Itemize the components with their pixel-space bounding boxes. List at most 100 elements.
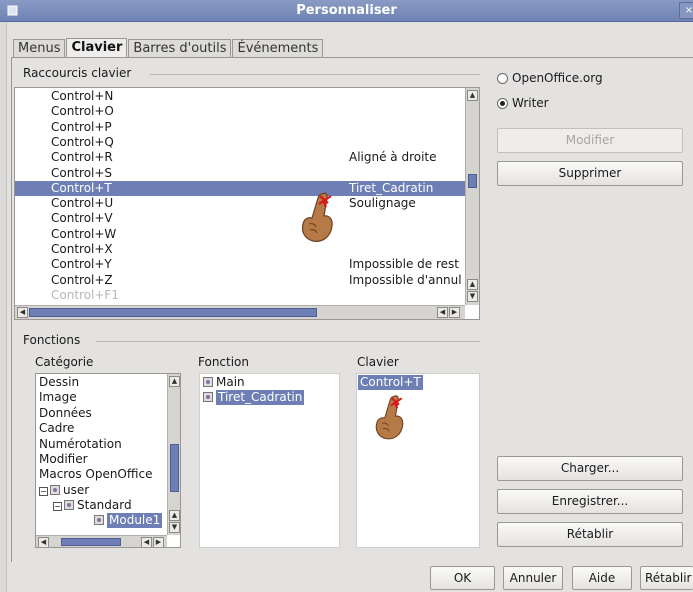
pointing-hand-icon <box>375 395 404 440</box>
collapse-icon[interactable]: − <box>53 502 62 511</box>
ok-button[interactable]: OK <box>430 566 495 590</box>
scroll-down-icon[interactable]: ▼ <box>467 291 478 302</box>
shortcut-row[interactable]: Control+U Soulignage <box>15 196 465 211</box>
category-header: Catégorie <box>35 355 94 369</box>
collapse-icon[interactable]: − <box>39 487 48 496</box>
tree-node-standard[interactable]: − Standard <box>53 498 132 513</box>
shortcut-key: Control+Z <box>51 272 113 287</box>
library-icon <box>64 500 74 510</box>
vscroll-thumb[interactable] <box>170 444 179 492</box>
radio-writer[interactable]: Writer <box>497 96 549 110</box>
hscroll-thumb[interactable] <box>29 308 317 317</box>
tree-node-standard-label: Standard <box>77 498 132 512</box>
category-item[interactable]: Macros OpenOffice <box>39 467 152 482</box>
shortcut-row[interactable]: Control+Y Impossible de rest <box>15 257 465 272</box>
load-button[interactable]: Charger... <box>497 456 683 481</box>
shortcut-key: Control+Q <box>51 134 114 149</box>
shortcut-row[interactable]: Control+F1 <box>15 288 465 303</box>
scroll-right-icon[interactable]: ▶ <box>153 537 164 547</box>
function-header: Fonction <box>198 355 250 369</box>
cancel-button[interactable]: Annuler <box>503 566 563 590</box>
radio-writer-label: Writer <box>512 96 549 110</box>
tree-node-module1[interactable]: Module1 <box>94 513 163 528</box>
shortcut-list-hscroll[interactable]: ◀ ◀ ▶ <box>15 305 465 319</box>
scroll-left-icon[interactable]: ◀ <box>38 537 49 547</box>
shortcut-row[interactable]: Control+Z Impossible d'annul <box>15 273 465 288</box>
category-item[interactable]: Image <box>39 390 77 405</box>
delete-button[interactable]: Supprimer <box>497 161 683 186</box>
category-item[interactable]: Cadre <box>39 421 74 436</box>
shortcuts-group-label: Raccourcis clavier <box>23 66 132 80</box>
tab-clavier[interactable]: Clavier <box>66 38 128 57</box>
shortcut-key: Control+X <box>51 242 113 256</box>
function-item-tiret-label: Tiret_Cadratin <box>216 390 305 405</box>
category-item[interactable]: Modifier <box>39 452 88 467</box>
tab-evenements[interactable]: Événements <box>232 39 324 57</box>
shortcut-row[interactable]: Control+W <box>15 227 465 242</box>
module-icon <box>94 515 104 525</box>
function-item-tiret[interactable]: Tiret_Cadratin <box>203 390 305 405</box>
shortcut-key: Control+V <box>51 211 113 226</box>
shortcut-key: Control+R <box>51 150 113 165</box>
category-list[interactable]: Dessin Image Données Cadre Numérotation Modif… <box>35 373 181 548</box>
functions-group-line <box>96 341 480 342</box>
radio-openoffice[interactable]: OpenOffice.org <box>497 71 603 85</box>
functions-group-label: Fonctions <box>23 333 81 347</box>
scroll-down-icon[interactable]: ▼ <box>169 522 180 533</box>
category-item[interactable]: Numérotation <box>39 437 122 452</box>
shortcut-row[interactable]: Control+V <box>15 211 465 226</box>
shortcut-row[interactable]: Control+Q <box>15 135 465 150</box>
scroll-up-icon[interactable]: ▲ <box>467 90 478 101</box>
shortcut-function: Aligné à droite <box>349 150 437 165</box>
radio-openoffice-indicator[interactable] <box>497 72 508 84</box>
shortcut-row[interactable]: Control+T Tiret_Cadratin <box>15 180 465 196</box>
library-icon <box>50 485 60 495</box>
macro-icon <box>203 392 213 402</box>
shortcut-list[interactable]: Control+N Control+O Control+P Control+Q Cont… <box>14 87 480 320</box>
vscroll-thumb[interactable] <box>468 174 477 188</box>
shortcut-function: Tiret_Cadratin <box>349 180 434 195</box>
reset-side-button[interactable]: Rétablir <box>497 522 683 547</box>
scroll-up-icon[interactable]: ▲ <box>169 376 180 387</box>
scroll-left-icon[interactable]: ◀ <box>437 307 448 318</box>
shortcut-key: Control+Y <box>51 257 112 272</box>
modify-button[interactable]: Modifier <box>497 128 683 153</box>
shortcut-list-vscroll[interactable]: ▲ ▲ ▼ <box>465 88 479 305</box>
category-list-hscroll[interactable]: ◀ ◀ ▶ <box>36 535 167 547</box>
scroll-left-icon[interactable]: ◀ <box>141 537 152 547</box>
shortcut-row[interactable]: Control+P <box>15 120 465 135</box>
category-item[interactable]: Données <box>39 406 92 421</box>
shortcut-key: Control+O <box>51 104 114 119</box>
shortcuts-group-line <box>150 74 480 75</box>
tree-node-user-label: user <box>63 483 90 497</box>
function-item-main-label: Main <box>216 375 245 389</box>
assigned-key-item[interactable]: Control+T <box>358 375 423 390</box>
shortcut-row[interactable]: Control+S <box>15 166 465 181</box>
tab-barres-outils[interactable]: Barres d'outils <box>128 39 232 57</box>
scroll-up-icon[interactable]: ▲ <box>169 510 180 521</box>
category-list-vscroll[interactable]: ▲ ▲ ▼ <box>167 374 180 535</box>
scroll-right-icon[interactable]: ▶ <box>449 307 460 318</box>
close-icon[interactable]: × <box>679 2 693 19</box>
save-button[interactable]: Enregistrer... <box>497 489 683 514</box>
shortcut-function: Soulignage <box>349 196 416 211</box>
help-button[interactable]: Aide <box>572 566 632 590</box>
scroll-left-icon[interactable]: ◀ <box>17 307 28 318</box>
window-left-edge <box>0 22 7 592</box>
window-title: Personnaliser <box>296 3 397 18</box>
shortcut-row[interactable]: Control+N <box>15 89 465 104</box>
reset-button[interactable]: Rétablir <box>640 566 693 590</box>
radio-writer-indicator[interactable] <box>497 97 508 109</box>
shortcut-row[interactable]: Control+O <box>15 104 465 119</box>
shortcut-row[interactable]: Control+R Aligné à droite <box>15 150 465 165</box>
scroll-up-icon[interactable]: ▲ <box>467 279 478 290</box>
shortcut-key: Control+P <box>51 119 112 134</box>
function-list[interactable]: Main Tiret_Cadratin <box>199 373 340 548</box>
category-item[interactable]: Dessin <box>39 375 79 390</box>
hscroll-thumb[interactable] <box>61 538 121 546</box>
tree-node-user[interactable]: − user <box>39 483 89 498</box>
tab-menus[interactable]: Menus <box>13 39 66 57</box>
keys-header: Clavier <box>357 355 399 369</box>
function-item-main[interactable]: Main <box>203 375 245 390</box>
shortcut-row[interactable]: Control+X <box>15 242 465 257</box>
